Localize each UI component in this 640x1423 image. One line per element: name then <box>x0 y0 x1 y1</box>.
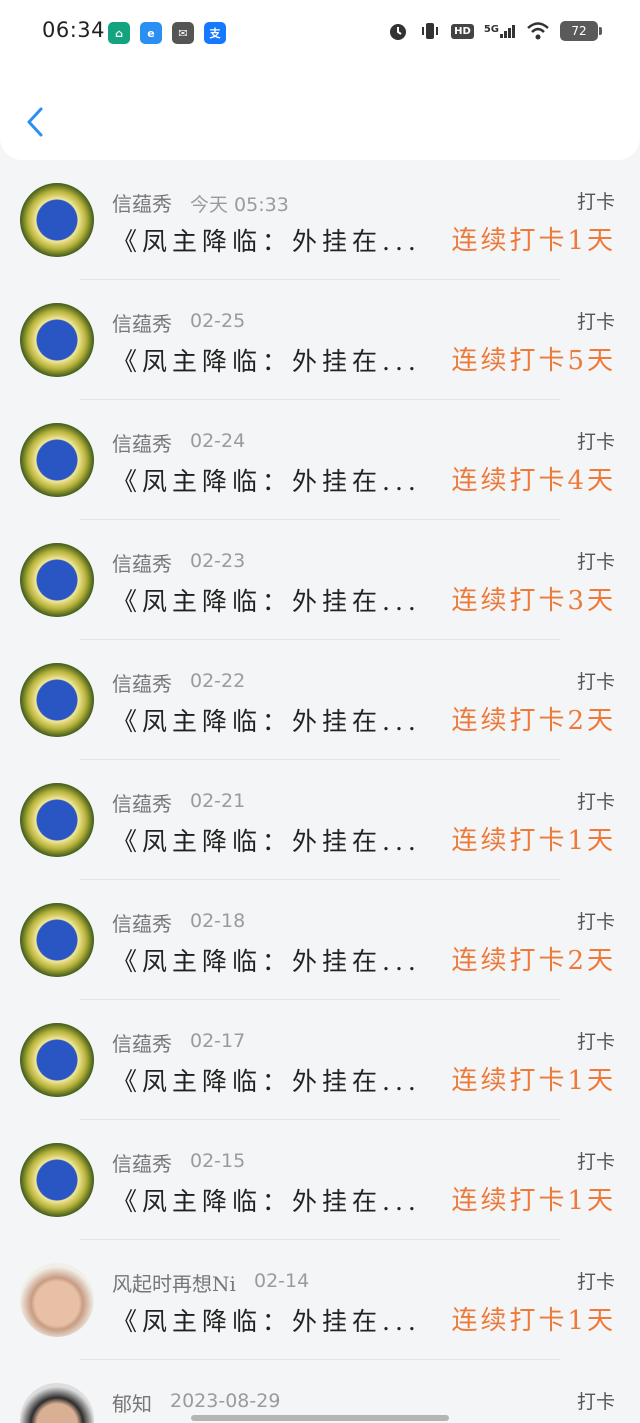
avatar[interactable] <box>20 423 94 497</box>
streak-label: 连续打卡1天 <box>451 226 616 256</box>
avatar[interactable] <box>20 1263 94 1337</box>
checkin-list: 信蕴秀 今天 05:33 打卡 《凤主降临：外挂在... 连续打卡1天 信蕴秀 02-25 打… <box>0 160 640 1423</box>
header-bar <box>0 70 640 160</box>
list-item[interactable]: 信蕴秀 02-18 打卡《凤主降临：外挂在... 连续打卡2天 <box>0 880 640 1000</box>
avatar[interactable] <box>20 1143 94 1217</box>
book-title: 《凤主降临：外挂在... <box>112 707 421 736</box>
alarm-icon <box>390 24 407 40</box>
notification-icons: ⌂ e ✉ 支 <box>108 22 226 44</box>
checkin-tag: 打卡 <box>576 191 615 213</box>
checkin-tag: 打卡 <box>576 1271 615 1293</box>
avatar[interactable] <box>20 303 94 377</box>
post-date: 2023-08-29 <box>170 1390 281 1412</box>
user-name: 信蕴秀 <box>112 1032 172 1056</box>
list-item[interactable]: 信蕴秀 02-23 打卡《凤主降临：外挂在... 连续打卡3天 <box>0 520 640 640</box>
book-title: 《凤主降临：外挂在... <box>112 467 421 496</box>
list-item[interactable]: 信蕴秀 02-17 打卡《凤主降临：外挂在... 连续打卡1天 <box>0 1000 640 1120</box>
checkin-tag: 打卡 <box>576 431 615 453</box>
avatar[interactable] <box>20 903 94 977</box>
avatar[interactable] <box>20 543 94 617</box>
app-icon-e: e <box>140 22 162 44</box>
streak-label: 连续打卡1天 <box>451 826 616 856</box>
streak-label: 连续打卡2天 <box>451 706 616 736</box>
streak-label: 连续打卡1天 <box>451 1306 616 1336</box>
battery-icon: 72 <box>560 21 602 41</box>
checkin-tag: 打卡 <box>576 551 615 573</box>
user-name: 信蕴秀 <box>112 672 172 696</box>
user-name: 信蕴秀 <box>112 912 172 936</box>
avatar[interactable] <box>20 663 94 737</box>
user-name: 郁知 <box>112 1392 152 1416</box>
hd-badge: HD <box>451 23 474 39</box>
user-name: 信蕴秀 <box>112 792 172 816</box>
app-icon-alipay: 支 <box>204 22 226 44</box>
checkin-tag: 打卡 <box>576 1151 615 1173</box>
book-title: 《凤主降临：外挂在... <box>112 227 421 256</box>
user-name: 信蕴秀 <box>112 192 172 216</box>
post-date: 02-25 <box>190 310 246 332</box>
list-item[interactable]: 信蕴秀 02-24 打卡《凤主降临：外挂在... 连续打卡4天 <box>0 400 640 520</box>
post-date: 02-18 <box>190 910 246 932</box>
signal-icon <box>500 25 515 38</box>
list-item[interactable]: 郁知 2023-08-29 打卡 <box>0 1360 640 1423</box>
vibrate-icon <box>422 23 439 39</box>
app-icon-mail: ✉ <box>172 22 194 44</box>
user-name: 信蕴秀 <box>112 432 172 456</box>
home-indicator[interactable] <box>191 1415 449 1421</box>
streak-label: 连续打卡4天 <box>451 466 616 496</box>
book-title: 《凤主降临：外挂在... <box>112 1307 421 1336</box>
avatar[interactable] <box>20 183 94 257</box>
streak-label: 连续打卡2天 <box>451 946 616 976</box>
post-date: 02-15 <box>190 1150 246 1172</box>
chevron-left-icon <box>27 107 43 137</box>
checkin-tag: 打卡 <box>576 1031 615 1053</box>
checkin-tag: 打卡 <box>576 1391 615 1413</box>
status-time: 06:34 <box>42 18 106 42</box>
post-date: 今天 05:33 <box>190 194 289 216</box>
avatar[interactable] <box>20 1023 94 1097</box>
checkin-tag: 打卡 <box>576 311 615 333</box>
list-item[interactable]: 信蕴秀 02-15 打卡《凤主降临：外挂在... 连续打卡1天 <box>0 1120 640 1240</box>
status-bar: 06:34 ⌂ e ✉ 支 HD 5G 72 <box>0 0 640 70</box>
avatar[interactable] <box>20 783 94 857</box>
streak-label: 连续打卡1天 <box>451 1186 616 1216</box>
list-item[interactable]: 风起时再想Ni 02-14 打卡《凤主降临：外挂在... 连续打卡1天 <box>0 1240 640 1360</box>
back-button[interactable] <box>20 104 50 140</box>
wifi-icon <box>527 22 549 40</box>
book-title: 《凤主降临：外挂在... <box>112 347 421 376</box>
post-date: 02-24 <box>190 430 246 452</box>
checkin-tag: 打卡 <box>576 671 615 693</box>
post-date: 02-21 <box>190 790 246 812</box>
user-name: 信蕴秀 <box>112 1152 172 1176</box>
book-title: 《凤主降临：外挂在... <box>112 587 421 616</box>
list-item[interactable]: 信蕴秀 02-21 打卡《凤主降临：外挂在... 连续打卡1天 <box>0 760 640 880</box>
app-icon-home: ⌂ <box>108 22 130 44</box>
streak-label: 连续打卡3天 <box>451 586 616 616</box>
avatar[interactable] <box>20 1383 94 1423</box>
user-name: 信蕴秀 <box>112 552 172 576</box>
system-icons: HD 5G 72 <box>387 20 602 42</box>
book-title: 《凤主降临：外挂在... <box>112 947 421 976</box>
book-title: 《凤主降临：外挂在... <box>112 1067 421 1096</box>
book-title: 《凤主降临：外挂在... <box>112 1187 421 1216</box>
user-name: 信蕴秀 <box>112 312 172 336</box>
streak-label: 连续打卡1天 <box>451 1066 616 1096</box>
network-label: 5G <box>484 24 516 38</box>
list-item[interactable]: 信蕴秀 今天 05:33 打卡《凤主降临：外挂在... 连续打卡1天 <box>0 160 640 280</box>
post-date: 02-14 <box>254 1270 310 1292</box>
streak-label: 连续打卡5天 <box>451 346 616 376</box>
post-date: 02-22 <box>190 670 246 692</box>
book-title: 《凤主降临：外挂在... <box>112 827 421 856</box>
checkin-tag: 打卡 <box>576 791 615 813</box>
checkin-tag: 打卡 <box>576 911 615 933</box>
user-name: 风起时再想Ni <box>112 1272 236 1296</box>
post-date: 02-23 <box>190 550 246 572</box>
post-date: 02-17 <box>190 1030 246 1052</box>
list-item[interactable]: 信蕴秀 02-25 打卡《凤主降临：外挂在... 连续打卡5天 <box>0 280 640 400</box>
list-item[interactable]: 信蕴秀 02-22 打卡《凤主降临：外挂在... 连续打卡2天 <box>0 640 640 760</box>
